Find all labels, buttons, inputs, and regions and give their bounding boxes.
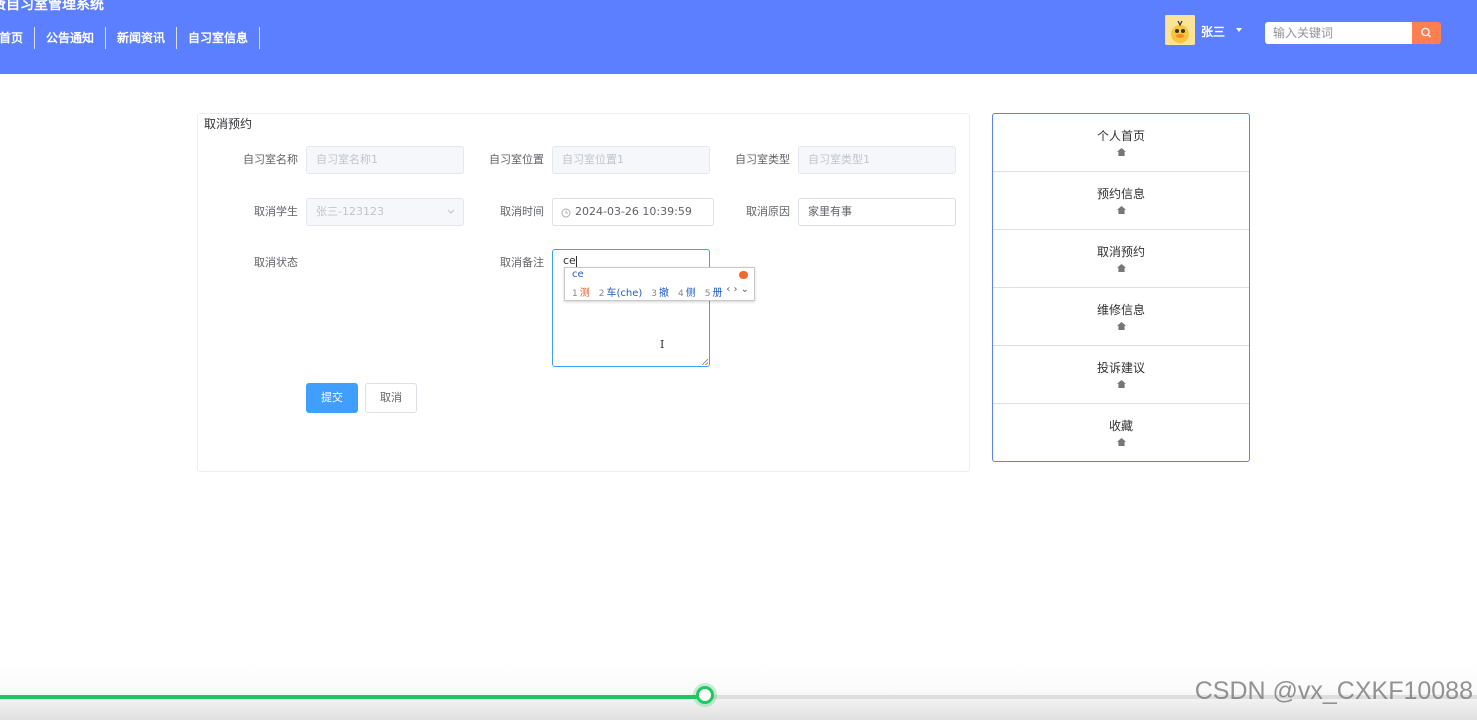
- ime-logo-icon: [739, 271, 748, 279]
- nav-item-announcements[interactable]: 公告通知: [35, 27, 107, 49]
- side-item-label: 个人首页: [1096, 129, 1145, 143]
- main-nav: 首页 公告通知 新闻资讯 自习室信息: [0, 27, 261, 49]
- video-progress-fill: [0, 695, 705, 699]
- side-item-label: 维修信息: [1096, 303, 1145, 317]
- search-icon: [1421, 27, 1432, 38]
- cancel-time-label: 取消时间: [500, 205, 544, 218]
- student-label: 取消学生: [254, 205, 298, 218]
- home-icon: [1116, 322, 1126, 330]
- room-name-field: 自习室名称1: [306, 146, 464, 174]
- ime-candidate[interactable]: 4侧: [678, 284, 696, 299]
- search-input[interactable]: [1265, 22, 1412, 44]
- video-progress-handle[interactable]: [696, 686, 714, 704]
- ibeam-cursor-icon: I: [660, 338, 665, 351]
- ime-candidate[interactable]: 2 车(che): [599, 284, 643, 299]
- watermark: CSDN @vx_CXKF10088: [1194, 677, 1473, 705]
- ime-candidate[interactable]: 5册: [705, 284, 723, 299]
- ime-candidate[interactable]: 1测: [572, 284, 590, 299]
- search-button[interactable]: [1412, 22, 1441, 44]
- ime-candidate[interactable]: 3撤: [651, 284, 669, 299]
- nav-item-home[interactable]: 首页: [0, 27, 36, 49]
- side-item-complaints[interactable]: 投诉建议: [993, 346, 1249, 404]
- side-item-cancel-reservation[interactable]: 取消预约: [993, 230, 1249, 288]
- side-item-profile[interactable]: 个人首页: [993, 114, 1249, 172]
- room-location-label: 自习室位置: [489, 153, 544, 166]
- student-value: 张三-123123: [316, 205, 384, 218]
- ime-candidate-popup: ce 1测 2 车(che) 3撤 4侧 5册 ‹ › ⌄: [564, 267, 755, 301]
- side-item-label: 预约信息: [1096, 187, 1145, 201]
- cancel-reason-label: 取消原因: [746, 205, 790, 218]
- text-caret: [575, 255, 577, 267]
- side-item-label: 投诉建议: [1096, 361, 1145, 375]
- room-type-field: 自习室类型1: [798, 146, 956, 174]
- home-icon: [1116, 148, 1126, 156]
- site-title: 付费自习室管理系统: [0, 0, 104, 13]
- side-item-reservations[interactable]: 预约信息: [993, 172, 1249, 230]
- remark-label: 取消备注: [500, 256, 544, 269]
- status-label: 取消状态: [254, 256, 298, 269]
- room-type-label: 自习室类型: [735, 153, 790, 166]
- clock-icon: [561, 208, 571, 218]
- side-item-label: 收藏: [1108, 419, 1133, 433]
- resize-handle[interactable]: [702, 359, 708, 365]
- cancel-reason-input[interactable]: 家里有事: [798, 198, 956, 226]
- user-name[interactable]: 张三: [1201, 23, 1225, 40]
- home-icon: [1116, 380, 1126, 388]
- side-item-label: 取消预约: [1096, 245, 1145, 259]
- chevron-down-icon[interactable]: [1236, 28, 1242, 32]
- side-item-repairs[interactable]: 维修信息: [993, 288, 1249, 346]
- home-icon: [1116, 438, 1126, 446]
- nav-item-news[interactable]: 新闻资讯: [106, 27, 178, 49]
- room-location-field: 自习室位置1: [552, 146, 710, 174]
- ime-candidate-list: 1测 2 车(che) 3撤 4侧 5册: [572, 284, 731, 299]
- ime-composition: ce: [572, 269, 584, 280]
- home-icon: [1116, 264, 1126, 272]
- form-title: 取消预约: [204, 117, 253, 131]
- room-name-label: 自习室名称: [243, 153, 298, 166]
- home-icon: [1116, 206, 1126, 214]
- user-side-menu: 个人首页 预约信息 取消预约 维修信息 投诉建议 收藏: [992, 113, 1250, 462]
- ime-page-arrows[interactable]: ‹ › ⌄: [726, 284, 749, 295]
- nav-item-study-rooms[interactable]: 自习室信息: [177, 27, 261, 49]
- cancel-button[interactable]: 取消: [365, 383, 417, 413]
- submit-button[interactable]: 提交: [306, 383, 358, 413]
- student-select: 张三-123123: [306, 198, 464, 226]
- cancel-time-value: 2024-03-26 10:39:59: [575, 205, 692, 218]
- side-item-favorites[interactable]: 收藏: [993, 404, 1249, 462]
- remark-value: ce: [563, 254, 576, 267]
- user-avatar[interactable]: [1165, 15, 1195, 45]
- top-header: 付费自习室管理系统 首页 公告通知 新闻资讯 自习室信息 张三: [0, 0, 1477, 74]
